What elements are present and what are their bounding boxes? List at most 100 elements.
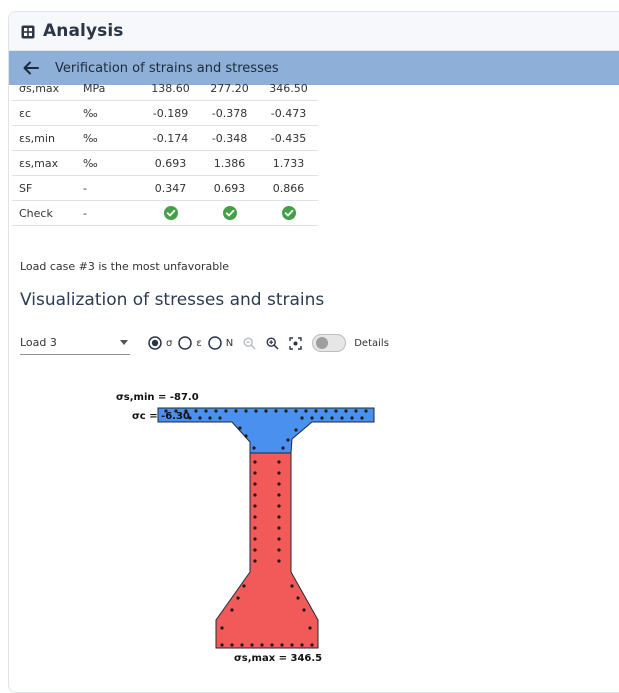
radio-force[interactable]: N: [208, 336, 233, 350]
arrow-left-icon[interactable]: [19, 58, 43, 78]
rebar-dot: [250, 643, 254, 647]
unfavorable-note: Load case #3 is the most unfavorable: [20, 260, 230, 273]
table-row: SF - 0.347 0.693 0.866: [12, 175, 318, 201]
rebar-dot: [194, 409, 198, 413]
value-load-2: 1.386: [200, 150, 259, 176]
row-unit: ‰: [83, 125, 141, 151]
rebar-dot: [234, 409, 238, 413]
rebar-dot: [277, 537, 281, 541]
tension-zone: [215, 452, 319, 649]
radio-strain[interactable]: ε: [178, 336, 202, 350]
row-label: Check: [12, 200, 83, 226]
zoom-out-icon[interactable]: [243, 336, 256, 350]
rebar-dot: [354, 409, 358, 413]
label-sigma-s-min: σs,min = -87.0: [116, 392, 199, 403]
subheader-title: Verification of strains and stresses: [55, 60, 279, 76]
rebar-dot: [277, 493, 281, 497]
details-label: Details: [354, 337, 389, 349]
toggle-knob: [316, 337, 329, 349]
radio-label: ε: [196, 337, 202, 349]
details-toggle[interactable]: [312, 334, 347, 352]
value-load-3: -0.435: [259, 125, 318, 151]
rebar-dot: [277, 482, 281, 486]
check-circle-icon: [281, 206, 296, 220]
table-row: εc ‰ -0.189 -0.378 -0.473: [12, 100, 318, 126]
radio-empty-icon: [208, 336, 222, 350]
rebar-dot: [300, 643, 304, 647]
rebar-dot: [314, 409, 318, 413]
rebar-dot: [253, 559, 257, 563]
rebar-dot: [244, 409, 248, 413]
rebar-dot: [274, 409, 278, 413]
row-label: σs,max: [12, 76, 83, 101]
rebar-dot: [360, 416, 364, 420]
rebar-dot: [320, 416, 324, 420]
rebar-dot: [277, 460, 281, 464]
load-select[interactable]: Load 3: [20, 332, 130, 355]
rebar-dot: [277, 515, 281, 519]
rebar-dot: [270, 643, 274, 647]
value-load-3: -0.473: [259, 100, 318, 126]
radio-stress[interactable]: σ: [148, 336, 172, 350]
rebar-dot: [340, 416, 344, 420]
rebar-dot: [252, 446, 256, 450]
rebar-dot: [350, 416, 354, 420]
rebar-dot: [310, 643, 314, 647]
rebar-dot: [280, 643, 284, 647]
rebar-dot: [286, 438, 290, 442]
rebar-dot: [296, 596, 300, 600]
visualization-toolbar: Load 3 σ ε N Details: [20, 331, 389, 355]
rebar-dot: [302, 608, 306, 612]
rebar-dot: [238, 426, 242, 430]
rebar-dot: [230, 608, 234, 612]
rebar-dot: [253, 471, 257, 475]
rebar-dot: [253, 460, 257, 464]
rebar-dot: [240, 643, 244, 647]
radio-label: N: [225, 337, 234, 349]
check-circle-icon: [163, 206, 178, 220]
row-label: εs,min: [12, 125, 83, 151]
fit-view-icon[interactable]: [289, 336, 302, 350]
value-load-2: -0.348: [200, 125, 259, 151]
value-load-3: 1.733: [259, 150, 318, 176]
grid-icon: [21, 24, 35, 39]
panel-title: Analysis: [43, 21, 124, 41]
value-load-3: 346.50: [259, 76, 318, 101]
rebar-dot: [277, 504, 281, 508]
row-unit: -: [83, 200, 141, 226]
radio-label: σ: [166, 337, 173, 349]
value-load-1: -0.174: [141, 125, 200, 151]
rebar-dot: [264, 409, 268, 413]
check-row: Check -: [12, 200, 318, 226]
value-load-1: 0.347: [141, 175, 200, 201]
rebar-dot: [260, 643, 264, 647]
rebar-dot: [242, 584, 246, 588]
value-load-2: 277.20: [200, 76, 259, 101]
section-stress-visualization: σs,min = -87.0 σc = -6.30 σs,max = 346.5: [116, 392, 375, 664]
rebar-dot: [284, 409, 288, 413]
rebar-dot: [324, 409, 328, 413]
rebar-dot: [253, 548, 257, 552]
value-load-3: 0.866: [259, 175, 318, 201]
radio-selected-icon: [148, 336, 162, 350]
row-label: SF: [12, 175, 83, 201]
rebar-dot: [218, 416, 222, 420]
rebar-dot: [277, 559, 281, 563]
radio-empty-icon: [178, 336, 193, 350]
rebar-dot: [344, 409, 348, 413]
rebar-dot: [230, 643, 234, 647]
rebar-dot: [198, 416, 202, 420]
row-unit: MPa: [83, 76, 141, 101]
rebar-dot: [253, 537, 257, 541]
rebar-dot: [290, 584, 294, 588]
rebar-dot: [214, 409, 218, 413]
rebar-dot: [253, 504, 257, 508]
table-row: σs,max MPa 138.60 277.20 346.50: [12, 76, 318, 101]
value-load-1: 0.693: [141, 150, 200, 176]
zoom-in-icon[interactable]: [266, 336, 279, 350]
rebar-dot: [310, 416, 314, 420]
rebar-dot: [294, 409, 298, 413]
table-row: εs,max ‰ 0.693 1.386 1.733: [12, 150, 318, 176]
value-load-1: -0.189: [141, 100, 200, 126]
panel-header: Analysis: [9, 12, 619, 51]
